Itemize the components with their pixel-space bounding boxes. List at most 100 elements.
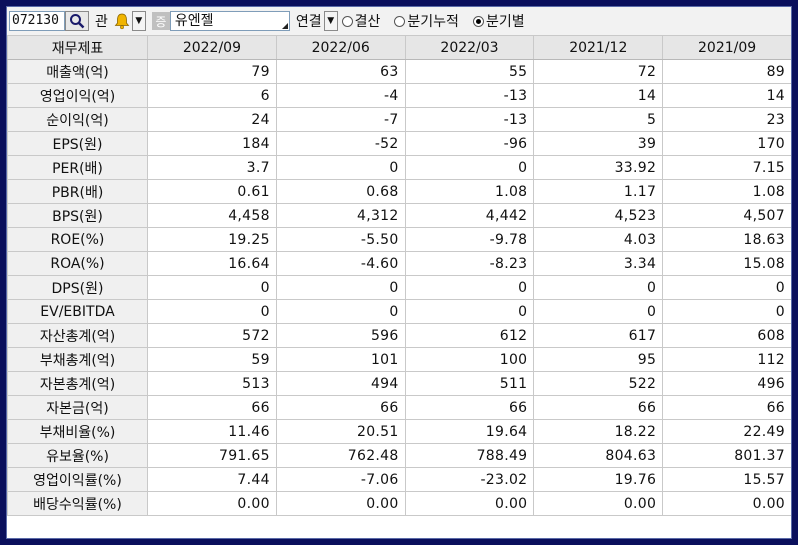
table-cell: 0 bbox=[275, 155, 406, 180]
table-row[interactable]: DPS(원) 0 0 0 0 0 bbox=[7, 275, 791, 300]
consolidation-dropdown-button[interactable]: ▼ bbox=[323, 11, 338, 31]
table-cell: 15.57 bbox=[662, 467, 791, 492]
table-row[interactable]: 부채총계(억) 59 101 100 95 112 bbox=[7, 347, 791, 372]
table-cell: 608 bbox=[662, 323, 791, 348]
table-row[interactable]: 영업이익(억) 6 -4 -13 14 14 bbox=[7, 83, 791, 108]
row-label: EPS(원) bbox=[7, 131, 148, 156]
table-cell: 496 bbox=[662, 371, 791, 396]
row-label: EV/EBITDA bbox=[7, 299, 148, 324]
table-cell: 11.46 bbox=[147, 419, 277, 444]
row-label: 영업이익률(%) bbox=[7, 467, 148, 492]
table-cell: 5 bbox=[533, 107, 664, 132]
table-row[interactable]: 자본금(억) 66 66 66 66 66 bbox=[7, 395, 791, 420]
table-cell: -7.06 bbox=[275, 467, 406, 492]
table-row[interactable]: EV/EBITDA 0 0 0 0 0 bbox=[7, 299, 791, 324]
table-cell: 14 bbox=[533, 83, 664, 108]
table-cell: 184 bbox=[147, 131, 277, 156]
table-cell: 20.51 bbox=[275, 419, 406, 444]
radio-annual-dot[interactable] bbox=[341, 15, 353, 27]
row-label: PBR(배) bbox=[7, 179, 148, 204]
table-cell: 18.22 bbox=[533, 419, 664, 444]
table-cell: 513 bbox=[147, 371, 277, 396]
table-cell: 1.08 bbox=[662, 179, 791, 204]
table-cell: -9.78 bbox=[404, 227, 535, 252]
radio-annual[interactable]: 결산 bbox=[341, 11, 381, 31]
table-cell: 0 bbox=[147, 275, 277, 300]
table-cell: -96 bbox=[404, 131, 535, 156]
row-label: PER(배) bbox=[7, 155, 148, 180]
table-cell: 0.00 bbox=[404, 491, 535, 516]
watchlist-label[interactable]: 관 bbox=[95, 11, 108, 31]
bell-icon[interactable] bbox=[112, 11, 132, 31]
table-cell: 66 bbox=[147, 395, 277, 420]
table-cell: 89 bbox=[662, 59, 791, 84]
table-cell: 3.7 bbox=[147, 155, 277, 180]
header-period: 2021/09 bbox=[662, 35, 791, 60]
table-cell: 596 bbox=[275, 323, 406, 348]
table-cell: 0.00 bbox=[662, 491, 791, 516]
search-button[interactable] bbox=[65, 11, 89, 31]
table-cell: 0 bbox=[404, 155, 535, 180]
table-cell: 66 bbox=[404, 395, 535, 420]
consolidation-select[interactable]: 연결 ▼ bbox=[294, 11, 338, 31]
table-cell: 0 bbox=[275, 299, 406, 324]
table-row[interactable]: ROA(%) 16.64 -4.60 -8.23 3.34 15.08 bbox=[7, 251, 791, 276]
table-cell: 101 bbox=[275, 347, 406, 372]
table-cell: 100 bbox=[404, 347, 535, 372]
header-period: 2022/03 bbox=[404, 35, 535, 60]
resize-corner-icon bbox=[281, 23, 288, 29]
radio-quarter-cumulative[interactable]: 분기누적 bbox=[394, 11, 459, 31]
search-icon bbox=[70, 14, 85, 29]
table-row[interactable]: 자본총계(억) 513 494 511 522 496 bbox=[7, 371, 791, 396]
radio-quarter-cumulative-dot[interactable] bbox=[394, 15, 406, 27]
table-cell: 19.76 bbox=[533, 467, 664, 492]
table-row[interactable]: 매출액(억) 79 63 55 72 89 bbox=[7, 59, 791, 84]
radio-quarterly-dot[interactable] bbox=[472, 15, 484, 27]
table-cell: 0 bbox=[533, 299, 664, 324]
table-cell: 0 bbox=[662, 299, 791, 324]
table-row[interactable]: PBR(배) 0.61 0.68 1.08 1.17 1.08 bbox=[7, 179, 791, 204]
table-row[interactable]: 영업이익률(%) 7.44 -7.06 -23.02 19.76 15.57 bbox=[7, 467, 791, 492]
table-cell: -13 bbox=[404, 107, 535, 132]
header-period: 2021/12 bbox=[533, 35, 664, 60]
radio-quarterly[interactable]: 분기별 bbox=[472, 11, 525, 31]
financial-window: 072130 관 ▼ 증 유엔젤 연결 ▼ 결산 분기누적 분기별 재무제표 2… bbox=[6, 6, 792, 539]
radio-quarter-cumulative-label: 분기누적 bbox=[407, 14, 459, 30]
period-radio-group: 결산 분기누적 분기별 bbox=[341, 11, 539, 31]
table-row[interactable]: 유보율(%) 791.65 762.48 788.49 804.63 801.37 bbox=[7, 443, 791, 468]
table-cell: 66 bbox=[533, 395, 664, 420]
table-row[interactable]: ROE(%) 19.25 -5.50 -9.78 4.03 18.63 bbox=[7, 227, 791, 252]
table-cell: 522 bbox=[533, 371, 664, 396]
table-cell: -5.50 bbox=[275, 227, 406, 252]
table-cell: 1.08 bbox=[404, 179, 535, 204]
market-badge: 증 bbox=[151, 12, 170, 30]
table-cell: 112 bbox=[662, 347, 791, 372]
table-cell: 0.00 bbox=[533, 491, 664, 516]
table-cell: 7.15 bbox=[662, 155, 791, 180]
table-row[interactable]: 자산총계(억) 572 596 612 617 608 bbox=[7, 323, 791, 348]
header-corner: 재무제표 bbox=[7, 35, 148, 60]
stock-code-input[interactable]: 072130 bbox=[9, 11, 65, 31]
table-cell: 0.68 bbox=[275, 179, 406, 204]
radio-annual-label: 결산 bbox=[354, 14, 381, 30]
table-cell: 511 bbox=[404, 371, 535, 396]
financial-table: 재무제표 2022/09 2022/06 2022/03 2021/12 202… bbox=[7, 35, 791, 516]
table-cell: 572 bbox=[147, 323, 277, 348]
company-name-field[interactable]: 유엔젤 bbox=[169, 11, 290, 31]
radio-quarterly-label: 분기별 bbox=[485, 14, 525, 30]
table-row[interactable]: 부채비율(%) 11.46 20.51 19.64 18.22 22.49 bbox=[7, 419, 791, 444]
table-cell: 59 bbox=[147, 347, 277, 372]
row-label: ROA(%) bbox=[7, 251, 148, 276]
table-row[interactable]: EPS(원) 184 -52 -96 39 170 bbox=[7, 131, 791, 156]
table-row[interactable]: PER(배) 3.7 0 0 33.92 7.15 bbox=[7, 155, 791, 180]
table-cell: 804.63 bbox=[533, 443, 664, 468]
row-label: 자본총계(억) bbox=[7, 371, 148, 396]
row-label: 자본금(억) bbox=[7, 395, 148, 420]
alert-dropdown-button[interactable]: ▼ bbox=[131, 11, 146, 31]
table-row[interactable]: 배당수익률(%) 0.00 0.00 0.00 0.00 0.00 bbox=[7, 491, 791, 516]
table-cell: 0 bbox=[275, 275, 406, 300]
row-label: 부채비율(%) bbox=[7, 419, 148, 444]
table-cell: 24 bbox=[147, 107, 277, 132]
table-row[interactable]: 순이익(억) 24 -7 -13 5 23 bbox=[7, 107, 791, 132]
table-row[interactable]: BPS(원) 4,458 4,312 4,442 4,523 4,507 bbox=[7, 203, 791, 228]
